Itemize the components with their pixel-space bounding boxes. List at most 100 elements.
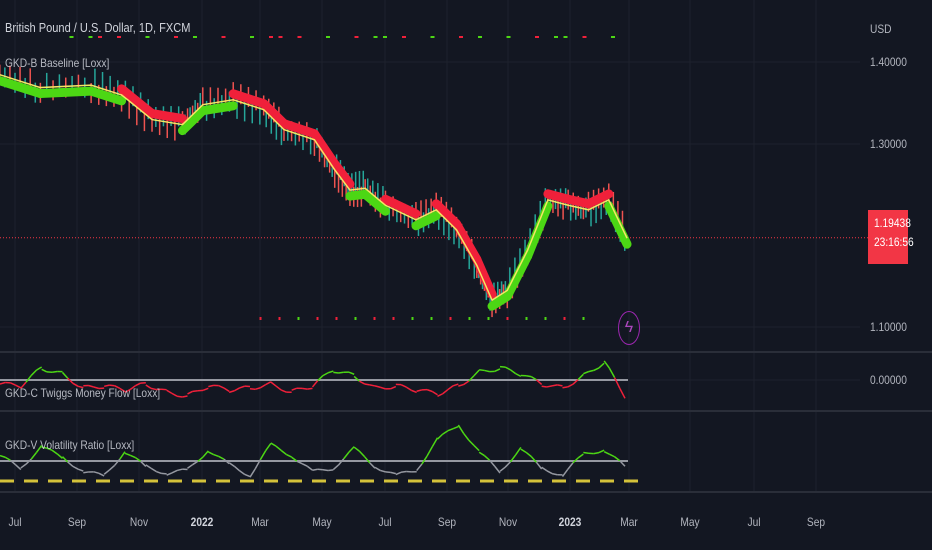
volatility-segment [436,433,444,440]
volatility-segment [150,467,157,473]
money-flow-segment [239,385,246,389]
money-flow-segment [182,395,188,398]
money-flow-segment [364,383,370,386]
signal-dot [193,36,197,38]
baseline-band [35,86,96,99]
signal-dot [554,36,558,38]
volatility-segment [390,471,397,475]
money-flow-segment [463,380,470,386]
bar-countdown: 23:16:56 [874,235,914,249]
money-flow-segment [338,371,344,374]
signal-dot [278,317,281,320]
money-flow-segment [608,367,616,378]
signal-dot [335,317,338,320]
currency-label: USD [870,22,892,36]
lightning-icon[interactable]: ϟ [618,311,640,345]
volatility-segment [431,437,439,448]
signal-dot [582,36,587,38]
time-label: Nov [129,515,149,529]
volatility-segment [535,461,543,470]
money-flow-segment [374,385,381,388]
signal-dot [611,36,615,38]
signal-dot [354,36,359,38]
volatility-segment [239,470,246,476]
signal-dot [297,317,300,320]
money-flow-segment [176,395,183,398]
baseline-line [0,73,628,302]
time-label: Sep [806,515,826,529]
symbol-title[interactable]: British Pound / U.S. Dollar, 1D, FXCM [5,20,190,35]
money-flow-segment [546,385,553,388]
money-flow-segment [166,389,173,395]
volatility-segment [56,453,63,459]
volatility-segment [385,471,391,474]
volatility-segment [187,463,194,469]
signal-dot [478,36,482,38]
money-flow-segment [426,388,433,393]
volatility-segment [546,470,553,475]
time-label: Mar [620,515,638,529]
price-chart[interactable] [0,0,932,550]
time-label: May [680,515,700,529]
indicator-label-baseline[interactable]: GKD-B Baseline [Loxx] [5,56,109,70]
time-label: Sep [67,515,87,529]
volatility-segment [77,468,84,472]
volatility-segment [15,464,22,471]
volatility-segment [478,451,485,457]
money-flow-segment [577,373,584,381]
signal-dot [525,317,528,320]
volatility-segment [494,465,501,474]
money-flow-segment [218,384,225,389]
volatility-segment [343,451,350,460]
money-flow-segment [551,384,558,387]
volatility-segment [416,463,423,472]
signal-dot [221,36,226,38]
money-flow-segment [557,384,563,387]
money-flow-segment [275,385,282,391]
volatility-segment [462,432,470,441]
volatility-segment [145,464,152,469]
price-label: 1.10000 [870,320,907,334]
signal-dot [373,36,378,38]
signal-dot [563,317,566,320]
signal-dot [506,36,511,38]
baseline-band [0,76,45,99]
volatility-segment [67,461,74,467]
signal-dot [250,36,254,38]
volatility-segment [593,451,600,455]
money-flow-segment [411,389,417,394]
money-flow-segment [458,383,464,387]
volatility-segment [520,448,527,453]
volatility-segment [561,468,569,477]
volatility-segment [312,468,318,472]
signal-dot [535,36,539,38]
time-label: Jul [8,515,22,529]
volatility-segment [140,460,147,467]
money-flow-segment [322,372,329,377]
volatility-segment [218,455,225,460]
volatility-segment [286,453,292,458]
volatility-segment [374,466,381,472]
money-flow-segment [228,390,235,394]
volatility-segment [603,451,610,455]
indicator-label-money-flow[interactable]: GKD-C Twiggs Money Flow [Loxx] [5,386,160,400]
money-flow-segment [333,371,339,374]
money-flow-segment [593,367,600,372]
money-flow-segment [260,383,267,389]
volatility-segment [265,443,272,452]
time-label: Sep [437,515,457,529]
signal-dot [487,317,490,320]
price-label: 1.40000 [870,55,907,69]
signal-dot [449,317,452,320]
money-flow-segment [369,384,376,387]
volatility-segment [551,472,558,476]
indicator-label-volatility[interactable]: GKD-V Volatility Ratio [Loxx] [5,438,134,452]
money-flow-segment [311,380,319,388]
time-label: Jul [747,515,761,529]
money-flow-segment [234,387,240,392]
volatility-segment [30,452,38,460]
baseline-band [86,86,127,106]
money-flow-segment [525,374,532,378]
money-flow-segment [307,387,313,390]
volatility-segment [317,468,323,471]
